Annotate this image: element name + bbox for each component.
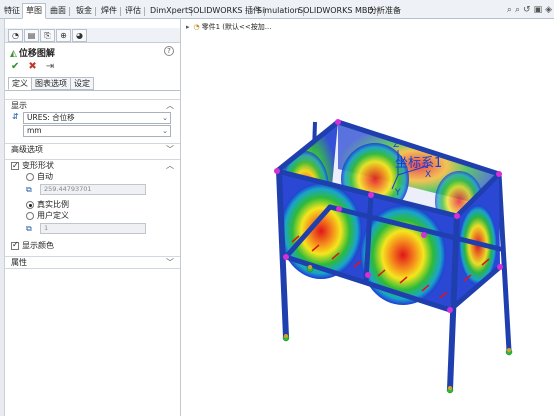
coordinate-system-label: 坐标系1 [395, 156, 442, 171]
section-view-icon[interactable]: ▣ [534, 4, 543, 16]
axis-label-x: X [425, 170, 431, 180]
cancel-x-icon[interactable]: ✖ [28, 61, 36, 72]
display-manager-icon[interactable]: ◕ [72, 29, 87, 42]
true-scale-radio[interactable] [26, 201, 34, 209]
chevron-down-icon: ⌄ [162, 127, 168, 135]
previous-view-icon[interactable]: ↺ [523, 4, 531, 16]
expand-chevron-icon: ﹀ [166, 145, 174, 154]
show-color-row[interactable]: 显示颜色 [11, 240, 54, 251]
tab-surfaces[interactable]: 曲面 [46, 3, 70, 19]
tab-chart-options[interactable]: 图表选项 [31, 77, 71, 90]
component-select[interactable]: URES: 合位移 ⌄ [23, 112, 171, 124]
tab-analysis-preparation[interactable]: 分析准备 [365, 3, 405, 19]
expand-chevron-icon: ﹀ [166, 258, 174, 267]
show-color-checkbox[interactable] [11, 240, 19, 250]
dimxpert-manager-icon[interactable]: ⊕ [56, 29, 71, 42]
property-manager: ◔ ▤ ⎘ ⊕ ◕ ◭ 位移图解 ? ✔ ✖ ⇥ 定义 图表选项 设定 显示 ︿ ⇵… [5, 19, 181, 416]
feature-tree-flyout[interactable]: ▸ ◔ 零件1 (默认<<按加... [186, 22, 271, 32]
auto-scale-field[interactable]: 259.44793701 [40, 184, 146, 195]
collapse-chevron-icon: ︿ [166, 101, 174, 110]
pm-actions: ✔ ✖ ⇥ [11, 61, 54, 72]
tab-definition[interactable]: 定义 [8, 77, 32, 90]
axis-label-z: Z [393, 140, 399, 150]
tab-sheet-metal[interactable]: 钣金 [72, 3, 96, 19]
feature-manager-icon[interactable]: ◔ [8, 29, 23, 42]
manager-tabs: ◔ ▤ ⎘ ⊕ ◕ [5, 28, 180, 43]
collapse-chevron-icon: ︿ [166, 161, 174, 170]
tab-evaluate[interactable]: 评估 [121, 3, 145, 19]
displacement-plot-icon: ◭ [10, 49, 17, 59]
zoom-area-icon[interactable]: ⌕ [515, 4, 520, 16]
true-scale-radio-row[interactable]: 真实比例 [26, 200, 69, 210]
command-manager-tabs: 特征 草图 曲面 钣金 焊件 评估 DimXpert SOLIDWORKS 插件… [0, 0, 554, 19]
tab-weldments[interactable]: 焊件 [97, 3, 121, 19]
advanced-options-section-header[interactable]: 高级选项 ﹀ [5, 143, 180, 155]
tab-features[interactable]: 特征 [0, 3, 24, 19]
stress-hotspot [280, 183, 362, 279]
user-defined-radio-row[interactable]: 用户定义 [26, 211, 69, 221]
view-orientation-icon[interactable]: ◈ [545, 4, 552, 16]
axis-label-y: Y [394, 188, 401, 198]
tab-sketch[interactable]: 草图 [22, 3, 46, 19]
display-section-header[interactable]: 显示 ︿ [5, 99, 180, 111]
model-viewport[interactable]: Z X Y 坐标系1 [182, 19, 554, 416]
auto-radio[interactable] [26, 173, 34, 181]
deformed-shape-checkbox[interactable] [11, 160, 19, 171]
tab-settings[interactable]: 设定 [70, 77, 94, 90]
displacement-component-icon: ⇵ [12, 112, 19, 121]
expand-arrow-icon[interactable]: ▸ [186, 23, 190, 31]
subtab-divider [5, 90, 180, 91]
part-icon: ◔ [193, 23, 200, 31]
configuration-manager-icon[interactable]: ⎘ [40, 29, 55, 42]
scale-factor-icon: ⧉ [26, 185, 32, 194]
deformed-shape-section-header[interactable]: 变形形状︿ [5, 159, 180, 171]
section-divider [5, 268, 180, 269]
property-manager-icon[interactable]: ▤ [24, 29, 39, 42]
view-toolbar-right: ⌕ ⌕ ↺ ▣ ◈ [507, 4, 552, 16]
help-icon[interactable]: ? [164, 46, 174, 56]
user-scale-field[interactable]: 1 [40, 223, 146, 234]
user-defined-radio[interactable] [26, 212, 34, 220]
ok-check-icon[interactable]: ✔ [11, 61, 19, 72]
search-zoom-icon[interactable]: ⌕ [507, 4, 512, 16]
graphics-area[interactable]: ▸ ◔ 零件1 (默认<<按加... Z X Y 坐标系1 [182, 19, 554, 416]
pin-icon[interactable]: ⇥ [46, 61, 54, 72]
user-scale-icon: ⧉ [26, 224, 32, 233]
properties-section-header[interactable]: 属性 ﹀ [5, 256, 180, 268]
auto-radio-row[interactable]: 自动 [26, 172, 53, 182]
pm-subtabs: 定义 图表选项 设定 [8, 77, 94, 90]
chevron-down-icon: ⌄ [162, 114, 168, 122]
unit-select[interactable]: mm ⌄ [23, 125, 171, 137]
frame-leg [496, 173, 512, 352]
property-manager-title: ◭ 位移图解 [10, 49, 55, 59]
